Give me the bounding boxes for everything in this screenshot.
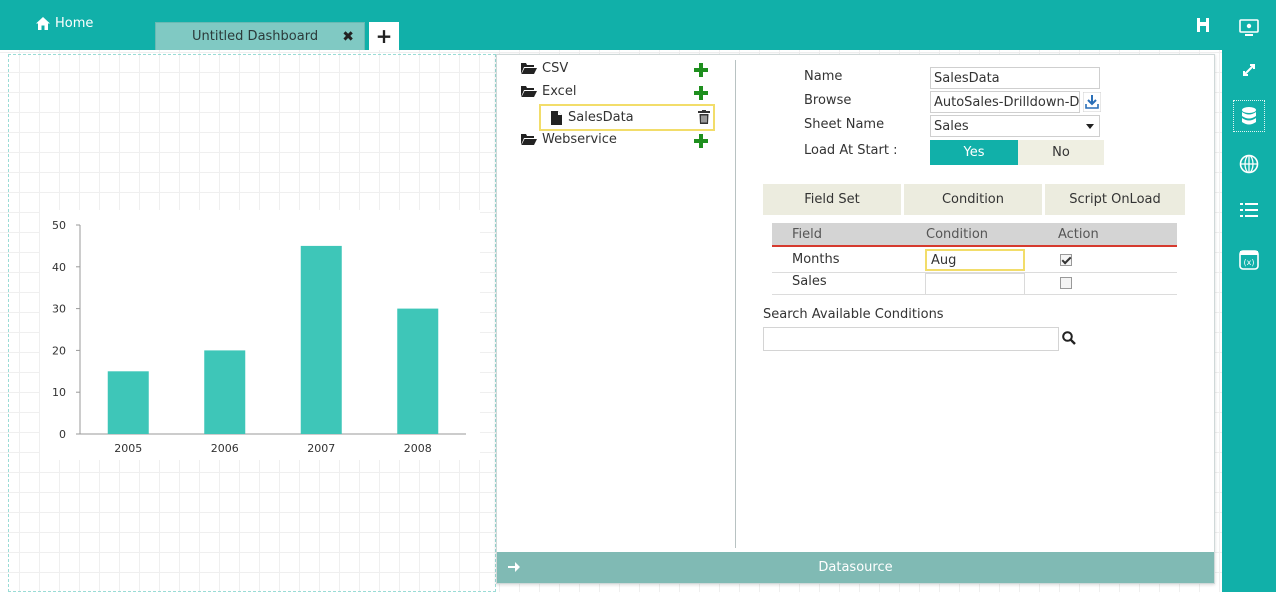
action-checkbox-months[interactable] [1060,254,1072,266]
tab-script-onload[interactable]: Script OnLoad [1045,184,1185,215]
add-tab-button[interactable]: + [369,22,399,50]
tab-condition[interactable]: Condition [904,184,1042,215]
bar-chart: 0 10 20 30 40 50 2005 2006 2007 2008 [40,210,480,460]
x-tick-label-2006: 2006 [211,442,239,455]
add-csv-icon[interactable] [694,63,708,77]
sheet-name-select[interactable]: Sales [930,115,1100,137]
row-months-field: Months [792,252,840,267]
preview-icon[interactable] [1233,12,1265,44]
tree-label-csv: CSV [542,61,569,76]
folder-open-icon [521,134,537,145]
tree-item-salesdata[interactable]: SalesData [539,104,715,131]
row-sales-field: Sales [792,274,827,289]
load-yes-button[interactable]: Yes [930,140,1018,165]
expand-icon[interactable] [1233,54,1265,86]
y-tick-label: 10 [52,386,66,399]
bar-2007[interactable] [300,245,342,434]
add-webservice-icon[interactable] [694,134,708,148]
tree-label-webservice: Webservice [542,132,617,147]
right-sidebar: (x) [1222,0,1276,592]
home-link[interactable]: Home [36,16,93,31]
datasource-panel: CSV Excel SalesData Webservice Name Sale… [496,54,1215,584]
datasource-tree: CSV Excel SalesData Webservice [497,55,737,550]
action-checkbox-sales[interactable] [1060,277,1072,289]
trash-icon[interactable] [698,110,710,124]
database-icon[interactable] [1233,100,1265,132]
browse-label: Browse [804,93,852,108]
add-excel-icon[interactable] [694,86,708,100]
bar-2006[interactable] [204,350,246,434]
x-tick-label-2005: 2005 [114,442,142,455]
x-tick-label-2007: 2007 [307,442,335,455]
header-action: Action [1058,227,1099,242]
sheet-name-label: Sheet Name [804,117,885,132]
name-field[interactable]: SalesData [930,67,1100,89]
folder-open-icon [521,86,537,97]
sheet-name-value: Sales [934,118,969,134]
tree-item-csv[interactable]: CSV [521,61,568,76]
y-tick-label: 30 [52,303,66,316]
load-at-start-label: Load At Start : [804,143,898,158]
header-condition: Condition [926,227,989,242]
y-tick-label: 0 [59,428,66,441]
close-icon[interactable]: ✖ [342,29,354,45]
svg-text:(x): (x) [1244,258,1255,267]
tab-label: Untitled Dashboard [192,29,319,44]
y-tick-label: 20 [52,344,66,357]
save-icon[interactable] [1196,17,1212,33]
download-icon[interactable] [1083,92,1101,112]
search-icon[interactable] [1062,331,1076,345]
search-conditions-label: Search Available Conditions [763,307,944,322]
arrow-right-icon[interactable] [507,560,521,574]
function-window-icon[interactable]: (x) [1233,244,1265,276]
browse-field[interactable]: AutoSales-Drilldown-D [930,91,1080,113]
x-tick-label-2008: 2008 [404,442,432,455]
row-divider [772,294,1177,295]
condition-input-months[interactable]: Aug [925,249,1025,271]
search-conditions-input[interactable] [763,327,1059,351]
bar-chart-svg: 0 10 20 30 40 50 2005 2006 2007 2008 [52,219,466,455]
name-label: Name [804,69,843,84]
home-icon [36,17,50,30]
tab-untitled-dashboard[interactable]: Untitled Dashboard ✖ [155,22,365,50]
bar-2005[interactable] [107,371,149,434]
load-no-button[interactable]: No [1018,140,1104,165]
footer-label: Datasource [818,560,893,575]
folder-open-icon [521,63,537,74]
file-icon [551,110,562,125]
tree-label-excel: Excel [542,84,577,99]
datasource-footer[interactable]: Datasource [497,552,1214,583]
home-label: Home [55,16,94,31]
tab-field-set[interactable]: Field Set [763,184,901,215]
condition-input-sales[interactable] [925,273,1025,295]
chevron-down-icon [1086,124,1094,129]
globe-icon[interactable] [1233,148,1265,180]
list-icon[interactable] [1233,194,1265,226]
bar-2008[interactable] [397,308,439,434]
panel-divider [735,60,736,548]
tree-item-webservice[interactable]: Webservice [521,132,617,147]
tree-label-salesdata: SalesData [568,110,634,125]
y-tick-label: 40 [52,261,66,274]
tree-item-excel[interactable]: Excel [521,84,576,99]
y-tick-label: 50 [52,219,66,232]
header-field: Field [792,227,823,242]
